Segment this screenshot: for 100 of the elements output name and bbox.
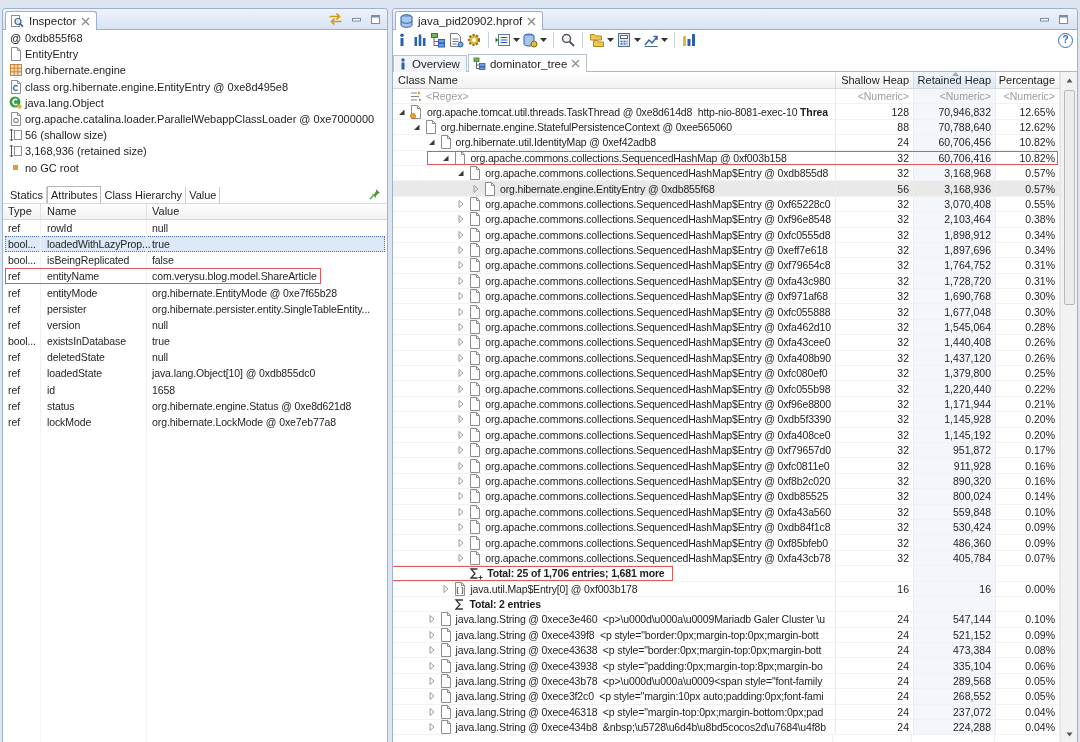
filter-field[interactable]: <Numeric> [836,89,914,104]
tree-row[interactable]: org.apache.commons.collections.SequencedHashMap$Entry @ 0xf79657d0 32 951,872 0.17% [393,443,1060,459]
swap-arrows-icon[interactable] [328,12,343,26]
column-header[interactable]: Value [147,203,385,219]
collapsed-arrow-icon[interactable] [426,645,437,656]
column-chart-icon[interactable] [681,32,697,48]
tree-row[interactable]: org.apache.commons.collections.SequencedHashMap$Entry @ 0xf96e8800 32 1,171,944 0.21% [393,396,1060,413]
tree-row[interactable]: java.lang.String @ 0xece46318 <p style="margin-top:0px;margin-bottom:0px;pad 24 237,072 0.04% [393,704,1060,720]
collapsed-arrow-icon[interactable] [426,706,437,717]
tree-row[interactable]: org.apache.commons.collections.SequencedHashMap @ 0xf003b158 32 60,706,416 10.82% [393,150,1060,166]
attribute-row[interactable]: ref rowId null [5,219,385,236]
column-header[interactable]: Type [5,203,41,219]
tree-row[interactable]: org.apache.commons.collections.SequencedHashMap$Entry @ 0xf79654c8 32 1,764,752 0.31% [393,258,1060,274]
attribute-row[interactable]: ref persister org.hibernate.persister.entity.SingleTableEntity... [5,300,385,317]
collapsed-arrow-icon[interactable] [426,722,437,733]
filter-field[interactable]: <Numeric> [914,89,996,104]
tree-row[interactable]: org.apache.commons.collections.SequencedHashMap$Entry @ 0xf65228c0 32 3,070,408 0.55% [393,196,1060,213]
tree-row[interactable]: org.apache.commons.collections.SequencedHashMap$Entry @ 0xf971af68 32 1,690,768 0.30% [393,289,1060,305]
tree-row[interactable]: java.lang.String @ 0xece3e460 <p>\u000d\u000a\u0009Mariadb Galer Cluster \u 24 547,144 0.10% [393,612,1060,628]
editor-page-tab[interactable]: dominator_tree [467,54,588,72]
close-icon[interactable] [571,59,581,68]
dropdown-caret-icon[interactable] [607,38,614,42]
column-header[interactable]: Retained Heap [914,72,996,88]
collapsed-arrow-icon[interactable] [426,691,437,702]
tree-row[interactable]: org.apache.commons.collections.SequencedHashMap$Entry @ 0xf8b2c020 32 890,320 0.16% [393,473,1060,490]
column-header[interactable]: Class Name [393,72,836,88]
tree-row[interactable]: org.apache.commons.collections.SequencedHashMap$Entry @ 0xfa43cee0 32 1,440,408 0.26% [393,335,1060,351]
attribute-row[interactable]: ref entityName com.verysu.blog.model.ShareArticle [5,268,385,285]
tree-row[interactable]: org.apache.commons.collections.SequencedHashMap$Entry @ 0xfa43c980 32 1,728,720 0.31% [393,273,1060,290]
detail-tab[interactable]: Attributes [47,185,102,203]
dropdown-caret-icon[interactable] [540,38,547,42]
tree-row[interactable]: org.apache.commons.collections.SequencedHashMap$Entry @ 0xfa43cb78 32 405,784 0.07% [393,550,1060,567]
attribute-row[interactable]: bool... existsInDatabase true [5,333,385,350]
close-icon[interactable] [527,16,537,26]
maximize-icon[interactable] [370,13,381,25]
attribute-row[interactable]: bool... isBeingReplicated false [5,252,385,269]
tree-row[interactable]: org.apache.commons.collections.SequencedHashMap$Entry @ 0xdb5f3390 32 1,145,928 0.20% [393,412,1060,428]
tree-row[interactable]: java.lang.String @ 0xece43b78 <p>\u000d\u000a\u0009<span style="font-family 24 289,568 0.05% [393,673,1060,690]
attribute-row[interactable]: bool... loadedWithLazyProp...true [5,235,385,253]
attribute-row[interactable]: ref id 1658 [5,381,385,398]
tree-row[interactable]: Total: 25 of 1,706 entries; 1,681 more [393,566,1060,582]
attribute-row[interactable]: ref version null [5,316,385,333]
tree-row[interactable]: Total: 2 entries [393,596,1060,613]
tree-row[interactable]: org.apache.commons.collections.SequencedHashMap$Entry @ 0xf96e8548 32 2,103,464 0.38% [393,212,1060,228]
dropdown-caret-icon[interactable] [513,38,520,42]
tree-row[interactable]: org.apache.commons.collections.SequencedHashMap$Entry @ 0xf85bfeb0 32 486,360 0.09% [393,535,1060,551]
tree-row[interactable]: java.lang.String @ 0xece43638 <p style="border:0px;margin-top:0px;margin-bott 24 473,384 0.08% [393,643,1060,659]
collapsed-arrow-icon[interactable] [471,183,481,194]
tree-icon[interactable] [430,32,446,48]
tree-row[interactable]: org.apache.commons.collections.SequencedHashMap$Entry @ 0xfc0555d8 32 1,898,912 0.34% [393,227,1060,243]
tree-row[interactable]: org.apache.commons.collections.SequencedHashMap$Entry @ 0xfa408b90 32 1,437,120 0.26% [393,350,1060,367]
tree-row[interactable]: org.apache.commons.collections.SequencedHashMap$Entry @ 0xfa462d10 32 1,545,064 0.28% [393,319,1060,336]
scrollbar[interactable] [1060,72,1077,742]
tree-row[interactable]: org.apache.commons.collections.SequencedHashMap$Entry @ 0xfa408ce0 32 1,145,192 0.20% [393,427,1060,443]
tree-row[interactable]: org.apache.commons.collections.SequencedHashMap$Entry @ 0xfc080ef0 32 1,379,800 0.25% [393,366,1060,382]
collapsed-arrow-icon[interactable] [426,660,437,671]
search-icon[interactable] [560,32,576,48]
bar-chart-icon[interactable] [412,32,428,48]
detail-tab[interactable]: Value [186,186,221,203]
view-tab[interactable]: Inspector [5,11,98,30]
collapsed-arrow-icon[interactable] [426,629,437,640]
close-icon[interactable] [81,16,91,26]
query-icon[interactable] [448,32,464,48]
tree-row[interactable]: java.lang.String @ 0xece439f8 <p style="border:0px;margin-top:0px;margin-bott 24 521,152 0.09% [393,627,1060,644]
tree-row[interactable]: java.lang.String @ 0xece3f2c0 <p style="margin:10px auto;padding:0px;font-fami 24 268,552 0.05% [393,689,1060,705]
tree-row[interactable]: org.apache.commons.collections.SequencedHashMap$Entry @ 0xfa43a560 32 559,848 0.10% [393,504,1060,520]
tree-row[interactable]: java.lang.String @ 0xece434b8 &nbsp;\u5728\u6d4b\u8bd5cocos2d\u7684\u4f8b 24 224,288 0.04% [393,720,1060,736]
tree-row[interactable]: org.apache.commons.collections.SequencedHashMap$Entry @ 0xfc055888 32 1,677,048 0.30% [393,304,1060,320]
tree-row[interactable]: org.apache.tomcat.util.threads.TaskThread @ 0xe8d614d8 http-nio-8081-exec-10 Threa 128 70,946,832 12.65% [393,104,1060,120]
calculator-icon[interactable] [616,32,632,48]
detail-tab[interactable]: Class Hierarchy [101,186,187,203]
dropdown-caret-icon[interactable] [634,38,641,42]
maximize-icon[interactable] [1058,13,1069,25]
tree-row[interactable]: org.apache.commons.collections.SequencedHashMap$Entry @ 0xeff7e618 32 1,897,696 0.34% [393,242,1060,259]
tree-row[interactable]: java.lang.String @ 0xece43938 <p style="padding:0px;margin-top:8px;margin-bo 24 335,104 0.06% [393,658,1060,674]
scrollbar-thumb[interactable] [1063,90,1075,305]
collapsed-arrow-icon[interactable] [426,676,437,687]
attribute-row[interactable]: ref entityMode org.hibernate.EntityMode @ 0xe7f65b28 [5,284,385,301]
attribute-row[interactable]: ref lockMode org.hibernate.LockMode @ 0xe7eb77a8 [5,413,385,431]
tree-row[interactable]: org.hibernate.engine.EntityEntry @ 0xdb855f68 56 3,168,936 0.57% [393,181,1060,197]
tree-row[interactable]: org.hibernate.util.IdentityMap @ 0xef42adb8 24 60,706,456 10.82% [393,135,1060,151]
tree-row[interactable]: org.apache.commons.collections.SequencedHashMap$Entry @ 0xfc0811e0 32 911,928 0.16% [393,458,1060,474]
collapsed-arrow-icon[interactable] [426,614,437,625]
pin-icon[interactable] [369,188,381,201]
editor-page-tab[interactable]: Overview [393,55,467,72]
attribute-row[interactable]: ref loadedState java.lang.Object[10] @ 0xdb855dc0 [5,365,385,382]
tree-row[interactable]: org.apache.commons.collections.SequencedHashMap$Entry @ 0xfc055b98 32 1,220,440 0.22% [393,381,1060,397]
tree-row[interactable]: org.hibernate.engine.StatefulPersistenceContext @ 0xee565060 88 70,788,640 12.62% [393,119,1060,136]
filter-field[interactable]: <Regex> [426,90,496,103]
database-icon[interactable] [522,32,538,48]
tree-row[interactable]: java.util.Map$Entry[0] @ 0xf003b178 16 16 0.00% [393,581,1060,597]
column-header[interactable]: Name [41,203,147,219]
attribute-row[interactable]: ref status org.hibernate.engine.Status @ 0xe8d621d8 [5,397,385,414]
attribute-row[interactable]: ref deletedState null [5,349,385,366]
editor-tab[interactable]: java_pid20902.hprof [395,11,544,30]
gear-icon[interactable] [466,32,482,48]
expanded-arrow-icon[interactable] [456,168,467,179]
dropdown-caret-icon[interactable] [661,38,668,42]
tree-row[interactable]: org.apache.commons.collections.SequencedHashMap$Entry @ 0xdb85525 32 800,024 0.14% [393,489,1060,505]
tree-row[interactable]: org.apache.commons.collections.SequencedHashMap$Entry @ 0xdb84f1c8 32 530,424 0.09% [393,519,1060,536]
